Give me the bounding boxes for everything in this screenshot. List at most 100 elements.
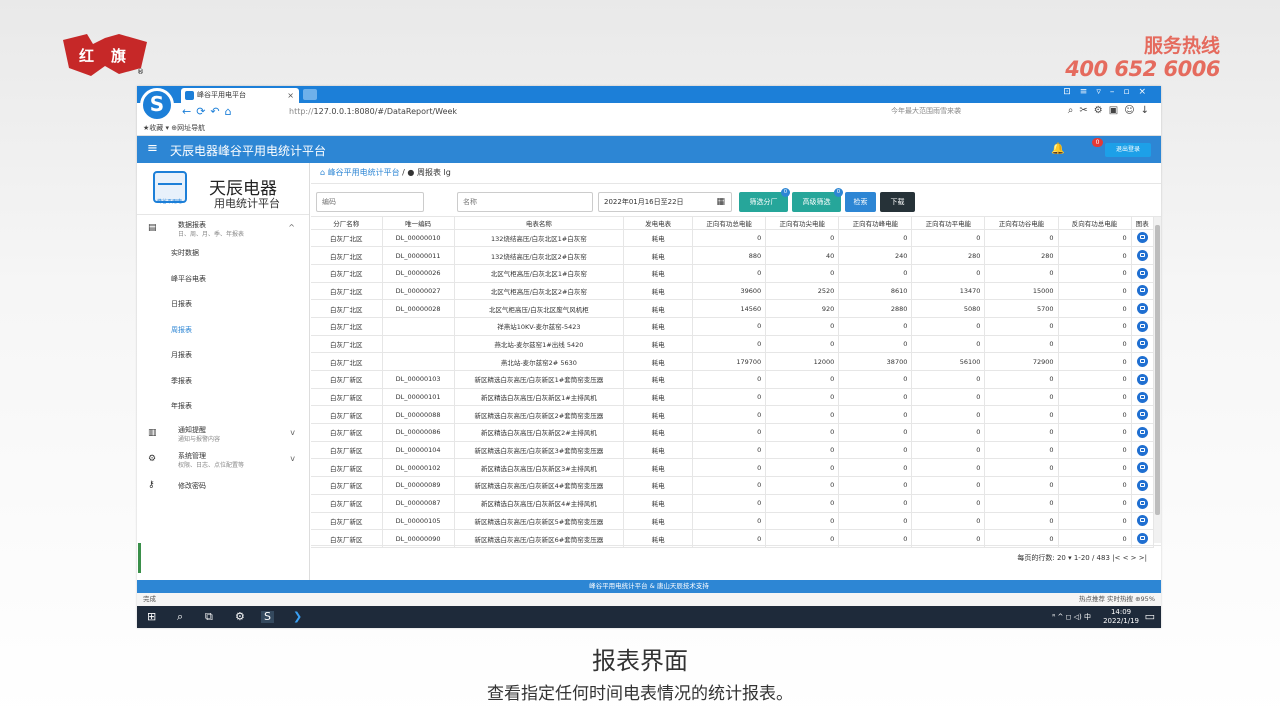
column-header[interactable]: 正向有功平电能 <box>911 217 986 230</box>
table-row[interactable]: 白灰厂新区 DL_00000089 新区精选白灰高压/白灰新区4#套筒窑变压器 耗电 0… <box>311 476 1155 495</box>
column-header[interactable]: 发电电表 <box>623 217 694 230</box>
calendar-icon[interactable]: ▦ <box>716 193 725 211</box>
browser-search-hint[interactable]: 今年最大范围雨雪来袭 <box>891 106 961 116</box>
bell-icon[interactable]: 🔔 <box>1051 142 1065 155</box>
table-row[interactable]: 白灰厂北区 燕北站-麦尔兹窑2# 5630 耗电 179700 12000 38700 56… <box>311 352 1155 371</box>
table-icon: ▤ <box>148 223 157 233</box>
notification-center-icon[interactable]: ▭ <box>1145 611 1155 623</box>
browser-tab[interactable]: 峰谷平用电平台 × <box>181 88 299 103</box>
chart-view-icon[interactable] <box>1136 338 1148 350</box>
table-row[interactable]: 白灰厂北区 DL_00000011 132烧结高压/白灰北区2#白灰窑 耗电 880 40… <box>311 246 1155 265</box>
sidebar-item-monthly[interactable]: 月报表 <box>137 343 309 369</box>
nav-buttons[interactable]: ←⟳↶⌂ <box>182 105 237 118</box>
clock[interactable]: 14:09 2022/1/19 <box>1103 608 1139 626</box>
table-row[interactable]: 白灰厂新区 DL_00000105 新区精选白灰高压/白灰新区5#套筒窑变压器 耗电 0… <box>311 512 1155 531</box>
table-row[interactable]: 白灰厂北区 燕北站-麦尔兹窑1#出线 5420 耗电 0 0 0 0 0 0 <box>311 335 1155 354</box>
chart-cell <box>1131 458 1155 478</box>
table-cell: 0 <box>1058 229 1132 248</box>
chart-view-icon[interactable] <box>1136 479 1148 491</box>
new-tab-button[interactable] <box>303 89 317 100</box>
sidebar-item-daily[interactable]: 日报表 <box>137 292 309 318</box>
sidebar-item-quarterly[interactable]: 季报表 <box>137 369 309 395</box>
chart-view-icon[interactable] <box>1136 267 1148 279</box>
task-view-icon[interactable]: ⧉ <box>205 611 213 623</box>
chart-view-icon[interactable] <box>1136 515 1148 527</box>
column-header[interactable]: 反向有功总电能 <box>1058 217 1132 230</box>
status-right[interactable]: 热点推荐 实时热搜 ⊕95% <box>1079 593 1155 606</box>
rows-per-page-select[interactable]: 20 <box>1057 554 1066 562</box>
column-header[interactable]: 分厂名称 <box>311 217 383 230</box>
menu-icon[interactable]: ≡ <box>147 141 158 156</box>
table-row[interactable]: 白灰厂新区 DL_00000104 新区精选白灰高压/白灰新区3#套筒窑变压器 耗电 0… <box>311 441 1155 460</box>
search-button[interactable]: 检索 <box>845 192 876 212</box>
chart-view-icon[interactable] <box>1136 391 1148 403</box>
chart-view-icon[interactable] <box>1136 533 1148 545</box>
vertical-scrollbar[interactable] <box>1154 217 1161 543</box>
vscode-icon[interactable]: ❯ <box>293 611 302 623</box>
url-field[interactable]: http://127.0.0.1:8080/#/DataReport/Week <box>289 107 457 116</box>
chart-view-icon[interactable] <box>1136 285 1148 297</box>
sidebar-group-notice[interactable]: ▥ 通知提醒 通知与报警内容 v <box>137 420 309 446</box>
column-header[interactable]: 唯一编码 <box>382 217 455 230</box>
filter-factory-button[interactable]: 筛选分厂 0 <box>739 188 790 212</box>
code-input[interactable]: 编码 <box>316 192 424 212</box>
table-row[interactable]: 白灰厂新区 DL_00000103 新区精选白灰高压/白灰新区1#套筒窑变压器 耗电 0… <box>311 370 1155 389</box>
sidebar-item-weekly[interactable]: 周报表 <box>137 318 309 344</box>
tab-close-icon[interactable]: × <box>287 88 294 103</box>
table-row[interactable]: 白灰厂北区 祥燕站10KV-麦尔兹窑-5423 耗电 0 0 0 0 0 0 <box>311 317 1155 336</box>
table-row[interactable]: 白灰厂新区 DL_00000086 新区精选白灰高压/白灰新区2#主排风机 耗电 0 0 0… <box>311 423 1155 442</box>
table-cell: 179700 <box>692 352 767 371</box>
chart-view-icon[interactable] <box>1136 232 1148 244</box>
sidebar-item-password[interactable]: ⚷ 修改密码 <box>137 472 309 498</box>
sidebar-item-yearly[interactable]: 年报表 <box>137 394 309 420</box>
name-input[interactable]: 名称 <box>457 192 593 212</box>
browser-tool-icons[interactable]: ⌕✂⚙▣☺↓ <box>1068 105 1155 116</box>
advanced-filter-button[interactable]: 高级筛选 0 <box>792 188 843 212</box>
window-controls[interactable]: ⊡≡▿–▫× <box>1063 87 1155 97</box>
home-icon[interactable]: ⌂ <box>320 168 325 177</box>
chart-view-icon[interactable] <box>1136 409 1148 421</box>
windows-start-icon[interactable]: ⊞ <box>147 611 156 623</box>
chart-view-icon[interactable] <box>1136 462 1148 474</box>
sidebar-item-realtime[interactable]: 实时数据 <box>137 241 309 267</box>
table-cell: DL_00000027 <box>382 282 455 301</box>
chart-view-icon[interactable] <box>1136 356 1148 368</box>
table-row[interactable]: 白灰厂北区 DL_00000027 北区气柜高压/白灰北区2#白灰窑 耗电 39600 2… <box>311 282 1155 301</box>
column-header[interactable]: 电表名称 <box>454 217 625 230</box>
table-row[interactable]: 白灰厂北区 DL_00000028 北区气柜高压/白灰北区废气风机柜 耗电 14560 9… <box>311 299 1155 318</box>
table-row[interactable]: 白灰厂新区 DL_00000087 新区精选白灰高压/白灰新区4#主排风机 耗电 0 0 0… <box>311 494 1155 513</box>
chart-view-icon[interactable] <box>1136 320 1148 332</box>
column-header[interactable]: 图表 <box>1131 217 1155 230</box>
table-row[interactable]: 白灰厂新区 DL_00000101 新区精选白灰高压/白灰新区1#主排风机 耗电 0 0 0… <box>311 388 1155 407</box>
page-nav-buttons[interactable]: |< < > >| <box>1112 554 1147 562</box>
table-row[interactable]: 白灰厂新区 DL_00000088 新区精选白灰高压/白灰新区2#套筒窑变压器 耗电 0… <box>311 405 1155 425</box>
sidebar-item-peak-meter[interactable]: 峰平谷电表 <box>137 267 309 293</box>
date-range-input[interactable]: 2022年01月16日至22日 ▦ <box>598 192 732 212</box>
sidebar-group-system[interactable]: ⚙ 系统管理 权限、日志、点位配置等 v <box>137 446 309 472</box>
table-row[interactable]: 白灰厂新区 DL_00000102 新区精选白灰高压/白灰新区3#主排风机 耗电 0 0 0… <box>311 458 1155 478</box>
chart-view-icon[interactable] <box>1136 497 1148 509</box>
download-button[interactable]: 下载 <box>880 192 915 212</box>
browser-app-icon[interactable]: S <box>261 611 274 623</box>
settings-icon[interactable]: ⚙ <box>235 611 245 623</box>
favorites-bar[interactable]: ★收藏 ▾ ⊕网址导航 <box>137 121 1161 136</box>
search-icon[interactable]: ⌕ <box>177 611 183 623</box>
column-header[interactable]: 正向有功谷电能 <box>984 217 1059 230</box>
sidebar-group-reports[interactable]: ▤ 数据报表 日、周、月、季、年报表 ^ <box>137 215 309 241</box>
logout-button[interactable]: 退出登录 <box>1105 143 1151 157</box>
column-header[interactable]: 正向有功总电能 <box>692 217 767 230</box>
table-row[interactable]: 白灰厂北区 DL_00000010 132烧结高压/白灰北区1#白灰窑 耗电 0 0 0 0 0… <box>311 229 1155 248</box>
chart-view-icon[interactable] <box>1136 303 1148 315</box>
breadcrumb-home[interactable]: 峰谷平用电统计平台 <box>328 168 400 177</box>
system-tray[interactable]: ᴿ ^ ◻ ◁) 中 <box>1052 612 1091 622</box>
table-row[interactable]: 白灰厂北区 DL_00000026 北区气柜高压/白灰北区1#白灰窑 耗电 0 0 0 0 0 0 <box>311 264 1155 283</box>
chart-view-icon[interactable] <box>1136 444 1148 456</box>
chart-view-icon[interactable] <box>1136 426 1148 438</box>
chart-view-icon[interactable] <box>1136 373 1148 385</box>
table-cell: 0 <box>911 441 986 460</box>
table-cell: 0 <box>984 388 1059 407</box>
chevron-down-icon[interactable]: ▾ <box>1068 554 1072 562</box>
column-header[interactable]: 正向有功峰电能 <box>838 217 913 230</box>
chart-view-icon[interactable] <box>1136 250 1148 262</box>
column-header[interactable]: 正向有功尖电能 <box>765 217 840 230</box>
